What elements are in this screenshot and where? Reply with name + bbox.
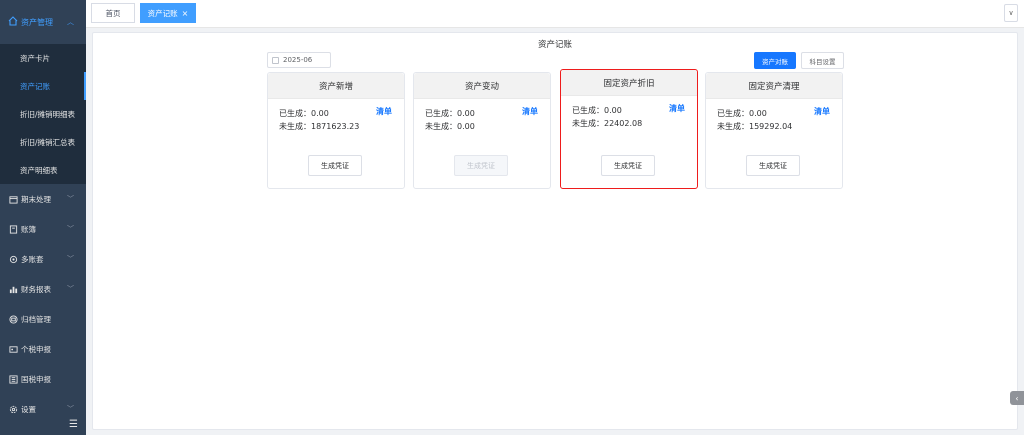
calendar-icon (8, 194, 18, 204)
close-icon[interactable]: × (182, 9, 189, 18)
generate-voucher-button[interactable]: 生成凭证 (746, 155, 800, 176)
home-icon (8, 16, 18, 28)
page-title: 资产记账 (537, 40, 572, 50)
sidebar-item-label: 个税申报 (21, 344, 51, 354)
sidebar-item-label: 财务报表 (21, 284, 51, 294)
card-title: 资产变动 (414, 73, 550, 99)
generated-value: 0.00 (311, 109, 329, 118)
pending-value: 1871623.23 (311, 122, 360, 131)
book-icon (8, 224, 18, 234)
sidebar-item-financial-reports[interactable]: 财务报表 ﹀ (0, 274, 86, 304)
generated-value: 0.00 (457, 109, 475, 118)
sidebar-item-depreciation-detail[interactable]: 折旧/摊销明细表 (0, 100, 86, 128)
sidebar-item-label: 期末处理 (21, 194, 51, 204)
asset-reconcile-button[interactable]: 资产对账 (754, 52, 796, 69)
sidebar-item-label: 资产管理 (21, 17, 53, 27)
generate-voucher-button[interactable]: 生成凭证 (601, 155, 655, 176)
id-card-icon (8, 344, 18, 354)
chevron-down-icon: ﹀ (67, 255, 74, 263)
sidebar-item-asset-detail[interactable]: 资产明细表 (0, 156, 86, 184)
chevron-down-icon: ﹀ (67, 285, 74, 293)
sidebar-item-label: 账簿 (21, 224, 36, 234)
card-title: 资产新增 (268, 73, 404, 99)
sidebar-item-books[interactable]: 账簿 ﹀ (0, 214, 86, 244)
chevron-down-icon: ﹀ (67, 195, 74, 203)
sidebar: 资产管理 ︿ 资产卡片 资产记账 折旧/摊销明细表 折旧/摊销汇总表 资产明细表… (0, 0, 86, 435)
tab-asset-bookkeeping[interactable]: 资产记账 × (140, 3, 196, 23)
list-link[interactable]: 清单 (522, 106, 538, 117)
sidebar-item-asset-card[interactable]: 资产卡片 (0, 44, 86, 72)
tab-bar: 首页 资产记账 × ∨ (86, 0, 1024, 28)
pending-label: 未生成： (279, 122, 311, 131)
list-link[interactable]: 清单 (376, 106, 392, 117)
chevron-down-icon: ﹀ (67, 225, 74, 233)
period-picker[interactable]: 2025-06 (267, 52, 331, 68)
sidebar-item-label: 归档管理 (21, 314, 51, 324)
card-asset-change: 资产变动 已生成：0.00 未生成：0.00 清单 生成凭证 (413, 72, 551, 189)
collapse-sidebar-icon[interactable]: ☰ (0, 413, 86, 435)
card-fixed-asset-disposal: 固定资产清理 已生成：0.00 未生成：159292.04 清单 生成凭证 (705, 72, 843, 189)
sidebar-item-asset-management[interactable]: 资产管理 ︿ (0, 0, 86, 44)
subject-settings-button[interactable]: 科目设置 (801, 52, 844, 69)
pending-value: 0.00 (457, 122, 475, 131)
chevron-left-icon[interactable]: ‹ (1010, 391, 1024, 405)
pending-label: 未生成： (717, 122, 749, 131)
generate-voucher-button[interactable]: 生成凭证 (454, 155, 508, 176)
sidebar-item-period-end[interactable]: 期末处理 ﹀ (0, 184, 86, 214)
sidebar-item-multi-ledger[interactable]: 多账套 ﹀ (0, 244, 86, 274)
bar-chart-icon (8, 284, 18, 294)
card-title: 固定资产折旧 (561, 70, 697, 96)
sidebar-item-personal-tax[interactable]: 个税申报 (0, 334, 86, 364)
pending-label: 未生成： (425, 122, 457, 131)
list-link[interactable]: 清单 (814, 106, 830, 117)
main-panel: 资产记账 2025-06 资产对账 科目设置 资产新增 已生成：0.00 未生成… (92, 32, 1018, 430)
pending-value: 159292.04 (749, 122, 793, 131)
tax-icon (8, 374, 18, 384)
generate-voucher-button[interactable]: 生成凭证 (308, 155, 362, 176)
generated-value: 0.00 (749, 109, 767, 118)
sidebar-item-asset-bookkeeping[interactable]: 资产记账 (0, 72, 86, 100)
calendar-icon (272, 56, 279, 64)
card-fixed-asset-depreciation: 固定资产折旧 已生成：0.00 未生成：22402.08 清单 生成凭证 (560, 69, 698, 189)
archive-icon (8, 314, 18, 324)
period-value: 2025-06 (283, 56, 313, 64)
generated-label: 已生成： (717, 109, 749, 118)
sidebar-item-label: 国税申报 (21, 374, 51, 384)
sidebar-item-archive[interactable]: 归档管理 (0, 304, 86, 334)
generated-value: 0.00 (604, 106, 622, 115)
sidebar-item-label: 多账套 (21, 254, 44, 264)
generated-label: 已生成： (425, 109, 457, 118)
sidebar-item-national-tax[interactable]: 国税申报 (0, 364, 86, 394)
generated-label: 已生成： (572, 106, 604, 115)
generated-label: 已生成： (279, 109, 311, 118)
chevron-up-icon: ︿ (67, 18, 74, 26)
pending-label: 未生成： (572, 119, 604, 128)
card-title: 固定资产清理 (706, 73, 842, 99)
sidebar-item-depreciation-summary[interactable]: 折旧/摊销汇总表 (0, 128, 86, 156)
gear-icon (8, 254, 18, 264)
pending-value: 22402.08 (604, 119, 643, 128)
card-asset-addition: 资产新增 已生成：0.00 未生成：1871623.23 清单 生成凭证 (267, 72, 405, 189)
chevron-down-icon[interactable]: ∨ (1004, 4, 1018, 22)
tab-label: 资产记账 (147, 8, 178, 18)
tab-home[interactable]: 首页 (91, 3, 135, 23)
list-link[interactable]: 清单 (669, 103, 685, 114)
